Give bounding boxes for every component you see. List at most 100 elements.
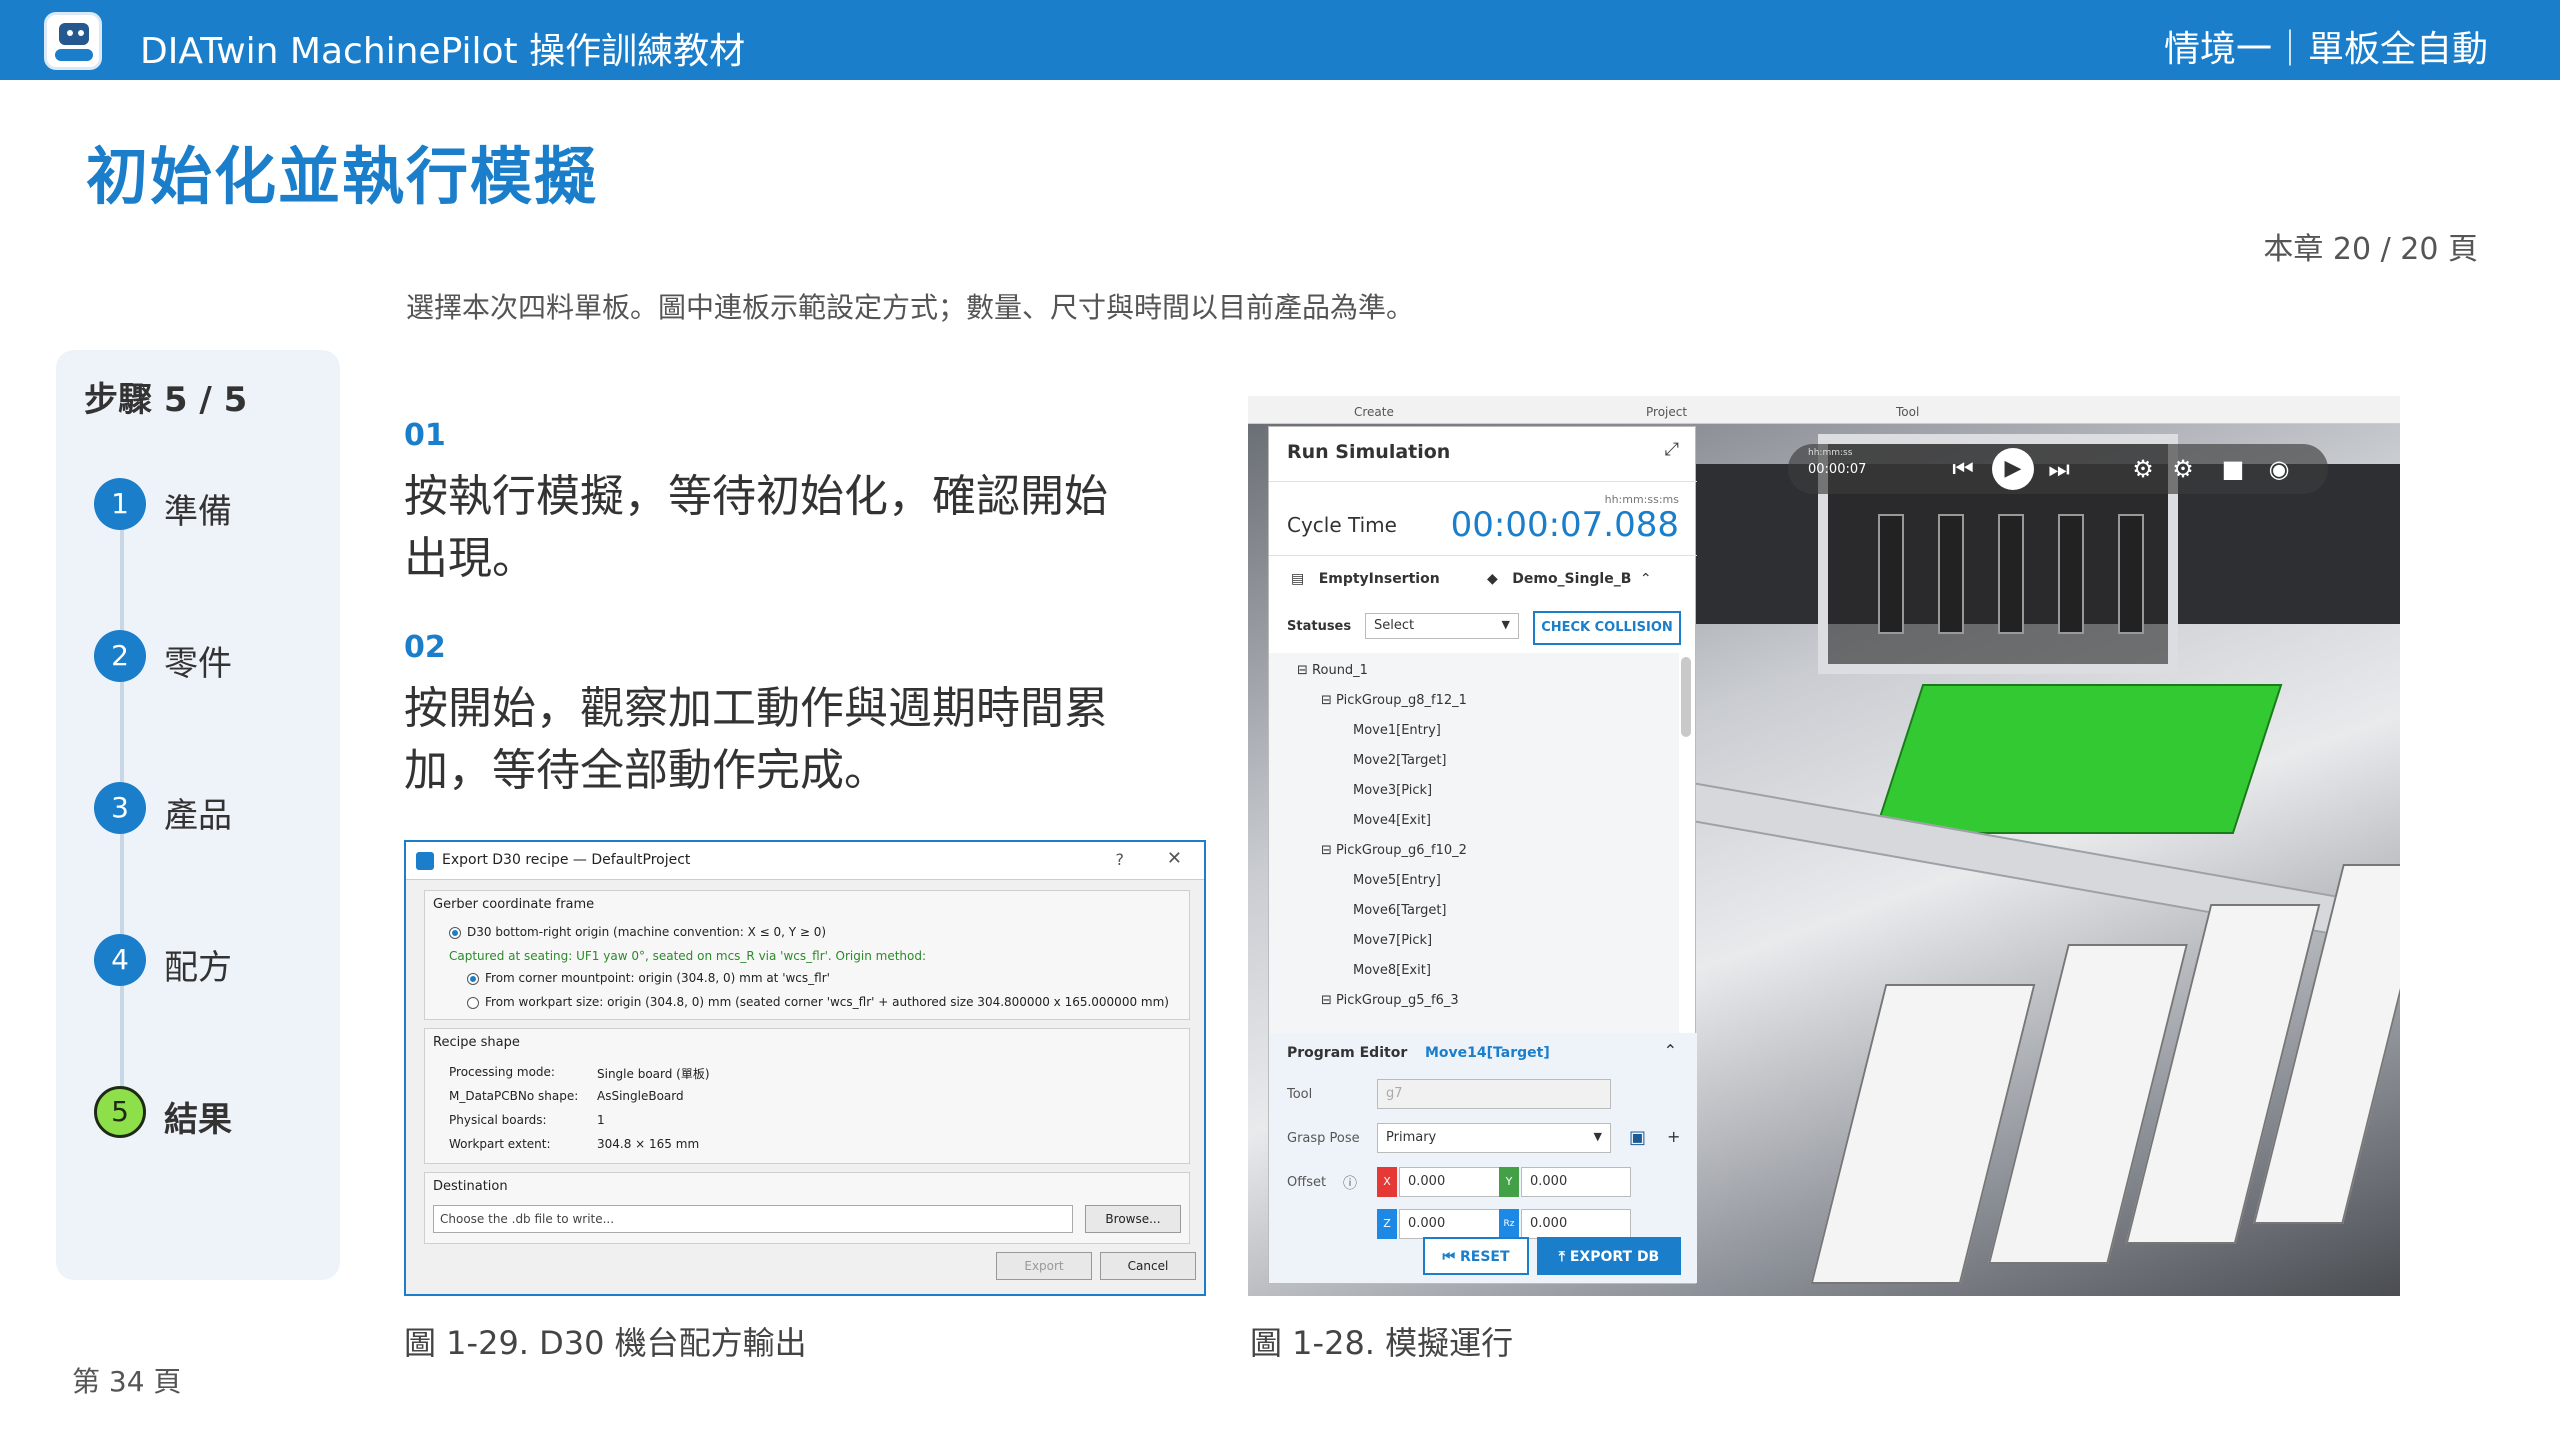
offset-y-input[interactable]: 0.000: [1521, 1167, 1631, 1197]
step-product[interactable]: 3 產品: [94, 782, 324, 842]
tree-node[interactable]: ⊟ PickGroup_g8_f12_1: [1321, 693, 1467, 708]
z-axis-icon: Z: [1377, 1209, 1397, 1239]
ribbon-create[interactable]: Create: [1354, 405, 1394, 419]
skip-back-icon[interactable]: ⏮: [1948, 454, 1978, 484]
cancel-button[interactable]: Cancel: [1100, 1252, 1196, 1280]
tool-input[interactable]: g7: [1377, 1079, 1611, 1109]
tree-node[interactable]: Move2[Target]: [1353, 753, 1447, 768]
app-logo-icon: [44, 12, 102, 70]
option-label: From corner mountpoint: origin (304.8, 0…: [485, 971, 830, 985]
step-parts[interactable]: 2 零件: [94, 630, 324, 690]
step-forward-icon[interactable]: ⏭: [2044, 454, 2074, 484]
document-icon: ▤: [1291, 571, 1305, 587]
run-simulation-panel: Run Simulation ⤢ hh:mm:ss:ms Cycle Time …: [1268, 426, 1697, 1284]
select-value: Primary: [1386, 1130, 1437, 1145]
camera-icon[interactable]: ◉: [2264, 454, 2294, 484]
chevron-down-icon: ▼: [1593, 1130, 1602, 1143]
tree-node[interactable]: Move3[Pick]: [1353, 783, 1432, 798]
insertion-name: EmptyInsertion: [1318, 571, 1440, 587]
tree-node[interactable]: Move4[Exit]: [1353, 813, 1431, 828]
add-icon[interactable]: +: [1667, 1127, 1680, 1146]
radio-empty-icon[interactable]: [467, 996, 479, 1009]
figure-caption-simulation: 圖 1-28. 模擬運行: [1250, 1324, 1514, 1362]
reset-button[interactable]: ⏮ RESET: [1423, 1237, 1529, 1275]
simulation-screenshot: Create Project Tool hh:mm:ss 00:00:07 ⏮ …: [1248, 396, 2400, 1296]
info-icon[interactable]: ⓘ: [1343, 1173, 1357, 1193]
tree-node[interactable]: ⊟ Round_1: [1297, 663, 1368, 678]
tree-node[interactable]: Move5[Entry]: [1353, 873, 1441, 888]
export-button[interactable]: Export: [996, 1252, 1092, 1280]
settings-icon[interactable]: ⚙: [2168, 454, 2198, 484]
step-label: 準備: [164, 492, 232, 532]
nozzle: [1998, 514, 2024, 634]
ribbon-project[interactable]: Project: [1646, 405, 1687, 419]
radio-selected-icon[interactable]: [449, 926, 461, 939]
option-workpart-size[interactable]: From workpart size: origin (304.8, 0) mm…: [467, 995, 1169, 1009]
tree-node[interactable]: Move7[Pick]: [1353, 933, 1432, 948]
rz-axis-icon: Rz: [1499, 1209, 1519, 1239]
save-icon[interactable]: ▣: [1629, 1127, 1646, 1148]
offset-x-input[interactable]: 0.000: [1399, 1167, 1509, 1197]
button-label: EXPORT DB: [1569, 1249, 1660, 1265]
statuses-select[interactable]: Select ▼: [1365, 613, 1519, 639]
cycle-time-label: Cycle Time: [1287, 513, 1397, 537]
select-value: Select: [1374, 618, 1415, 633]
destination-input[interactable]: Choose the .db file to write...: [433, 1205, 1073, 1233]
chevron-up-icon[interactable]: ⌃: [1664, 1041, 1677, 1060]
tree-node[interactable]: Move1[Entry]: [1353, 723, 1441, 738]
option-label: From workpart size: origin (304.8, 0) mm…: [485, 995, 1169, 1009]
tree-scrollbar[interactable]: [1681, 657, 1691, 737]
divider: [1269, 481, 1697, 482]
grasp-pose-select[interactable]: Primary ▼: [1377, 1123, 1611, 1153]
destination-group: Destination Choose the .db file to write…: [424, 1172, 1190, 1244]
group-label: Gerber coordinate frame: [433, 897, 595, 912]
chapter-page-indicator: 本章 20 / 20 頁: [2263, 232, 2478, 267]
recipe-key: M_DataPCBNo shape:: [449, 1089, 579, 1103]
gerber-frame-group: Gerber coordinate frame D30 bottom-right…: [424, 890, 1190, 1020]
scenario-label: 情境一｜單板全自動: [2163, 29, 2488, 70]
play-icon[interactable]: ▶: [1992, 448, 2034, 490]
recipe-key: Workpart extent:: [449, 1137, 551, 1151]
radio-selected-icon[interactable]: [467, 972, 479, 985]
nozzle: [2118, 514, 2144, 634]
step-result[interactable]: 5 結果: [94, 1086, 324, 1146]
step-label: 結果: [164, 1100, 232, 1140]
step-number: 5: [94, 1086, 146, 1138]
intro-text: 選擇本次四料單板。圖中連板示範設定方式；數量、尺寸與時間以目前產品為準。: [406, 291, 1415, 324]
recipe-value: 304.8 × 165 mm: [597, 1137, 700, 1151]
close-icon[interactable]: ✕: [1167, 848, 1182, 869]
check-collision-button[interactable]: CHECK COLLISION: [1533, 611, 1681, 645]
tree-node[interactable]: Move6[Target]: [1353, 903, 1447, 918]
browse-button[interactable]: Browse...: [1085, 1205, 1181, 1233]
y-axis-icon: Y: [1499, 1167, 1519, 1197]
app-title: DIATwin MachinePilot 操作訓練教材: [140, 31, 746, 72]
captured-note: Captured at seating: UF1 yaw 0°, seated …: [449, 949, 927, 963]
reset-icon: ⏮: [1442, 1249, 1456, 1265]
tree-node[interactable]: ⊟ PickGroup_g6_f10_2: [1321, 843, 1467, 858]
step-recipe[interactable]: 4 配方: [94, 934, 324, 994]
group-label: Destination: [433, 1179, 508, 1194]
expand-icon[interactable]: ⤢: [1665, 439, 1679, 460]
nozzle: [2058, 514, 2084, 634]
robot-icon[interactable]: ⚙: [2128, 454, 2158, 484]
offset-z-input[interactable]: 0.000: [1399, 1209, 1509, 1239]
tree-node[interactable]: Move8[Exit]: [1353, 963, 1431, 978]
option-bottom-right[interactable]: D30 bottom-right origin (machine convent…: [449, 925, 826, 939]
offset-rz-input[interactable]: 0.000: [1521, 1209, 1631, 1239]
step-number: 1: [94, 478, 146, 530]
figure-caption-recipe: 圖 1-29. D30 機台配方輸出: [404, 1324, 807, 1362]
tree-node[interactable]: ⊟ PickGroup_g5_f6_3: [1321, 993, 1459, 1008]
program-editor-header[interactable]: Program Editor Move14[Target] ⌃: [1269, 1033, 1697, 1073]
recipe-value: 1: [597, 1113, 605, 1127]
help-icon[interactable]: ?: [1116, 850, 1125, 869]
program-editor-target: Move14[Target]: [1425, 1045, 1550, 1061]
board-selector[interactable]: ◆ Demo_Single_B ⌃: [1487, 571, 1652, 587]
steps-sidebar: 步驟 5 / 5 1 準備 2 零件 3 產品 4 配方 5 結果: [56, 350, 340, 1280]
step-prepare[interactable]: 1 準備: [94, 478, 324, 538]
step-number: 2: [94, 630, 146, 682]
option-corner-mountpoint[interactable]: From corner mountpoint: origin (304.8, 0…: [467, 971, 830, 985]
export-db-button[interactable]: ⤒ EXPORT DB: [1537, 1237, 1681, 1275]
record-icon[interactable]: ■: [2218, 454, 2248, 484]
insertion-selector[interactable]: ▤ EmptyInsertion: [1291, 571, 1440, 587]
ribbon-tool[interactable]: Tool: [1896, 405, 1919, 419]
